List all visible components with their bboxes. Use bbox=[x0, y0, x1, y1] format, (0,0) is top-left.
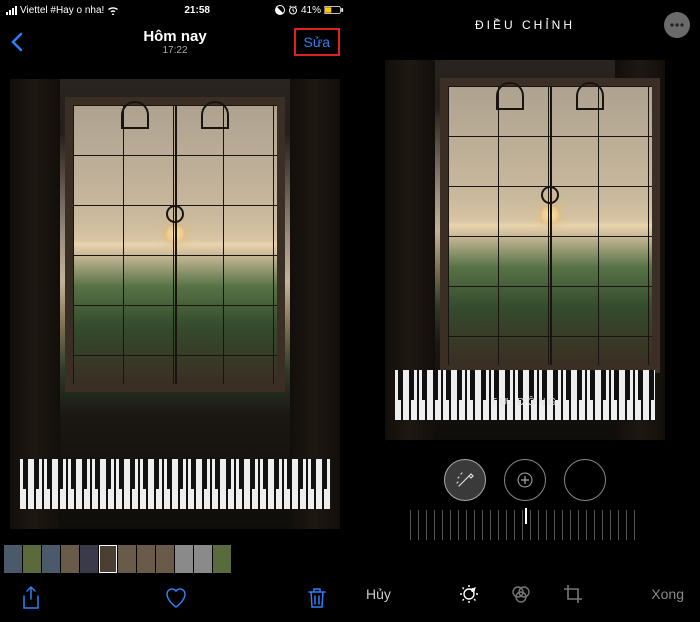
adjust-tool-row bbox=[350, 450, 700, 510]
thumbnail[interactable] bbox=[42, 545, 60, 573]
status-bar: Viettel #Hay o nha! 21:58 41% bbox=[0, 0, 350, 20]
edit-button[interactable]: Sửa bbox=[294, 28, 341, 56]
edit-footer: Hủy Xong bbox=[350, 566, 700, 622]
do-not-disturb-icon bbox=[275, 5, 285, 15]
status-time: 21:58 bbox=[184, 5, 210, 16]
thumbnail[interactable] bbox=[156, 545, 174, 573]
edit-photo-viewport[interactable]: TỰ ĐỘNG bbox=[350, 50, 700, 450]
adjust-tab[interactable] bbox=[458, 583, 480, 605]
bottom-toolbar bbox=[0, 574, 350, 622]
edit-header: ĐIỀU CHỈNH bbox=[350, 0, 700, 50]
signal-icon bbox=[6, 6, 17, 15]
edit-title: ĐIỀU CHỈNH bbox=[475, 18, 575, 32]
share-button[interactable] bbox=[20, 586, 44, 610]
exposure-tool[interactable] bbox=[504, 459, 546, 501]
thumbnail-strip[interactable] bbox=[0, 544, 350, 574]
battery-label: 41% bbox=[301, 5, 321, 16]
photo-edit-screen: ĐIỀU CHỈNH TỰ ĐỘNG Hủy bbox=[350, 0, 700, 622]
thumbnail[interactable] bbox=[23, 545, 41, 573]
auto-label: TỰ ĐỘNG bbox=[385, 397, 665, 408]
photo-content bbox=[10, 79, 340, 529]
thumbnail[interactable] bbox=[175, 545, 193, 573]
photo-viewport[interactable] bbox=[0, 64, 350, 544]
thumbnail[interactable] bbox=[80, 545, 98, 573]
brilliance-tool[interactable] bbox=[564, 459, 606, 501]
more-button[interactable] bbox=[664, 12, 690, 38]
thumbnail[interactable] bbox=[137, 545, 155, 573]
carrier-label: Viettel #Hay o nha! bbox=[20, 5, 104, 16]
cancel-button[interactable]: Hủy bbox=[366, 586, 391, 602]
thumbnail-selected[interactable] bbox=[99, 545, 117, 573]
battery-icon bbox=[324, 5, 344, 15]
thumbnail[interactable] bbox=[213, 545, 231, 573]
filters-tab[interactable] bbox=[510, 583, 532, 605]
wifi-icon bbox=[107, 5, 119, 15]
edit-photo-content: TỰ ĐỘNG bbox=[385, 60, 665, 440]
favorite-button[interactable] bbox=[163, 586, 187, 610]
photos-detail-screen: Viettel #Hay o nha! 21:58 41% Hôm nay 17… bbox=[0, 0, 350, 622]
thumbnail[interactable] bbox=[118, 545, 136, 573]
auto-enhance-tool[interactable] bbox=[444, 459, 486, 501]
back-button[interactable] bbox=[10, 32, 24, 52]
thumbnail[interactable] bbox=[4, 545, 22, 573]
trash-button[interactable] bbox=[306, 586, 330, 610]
alarm-icon bbox=[288, 5, 298, 15]
adjustment-dial[interactable] bbox=[410, 510, 640, 540]
nav-bar: Hôm nay 17:22 Sửa bbox=[0, 20, 350, 64]
done-button[interactable]: Xong bbox=[651, 586, 684, 602]
thumbnail[interactable] bbox=[61, 545, 79, 573]
crop-tab[interactable] bbox=[562, 583, 584, 605]
thumbnail[interactable] bbox=[194, 545, 212, 573]
